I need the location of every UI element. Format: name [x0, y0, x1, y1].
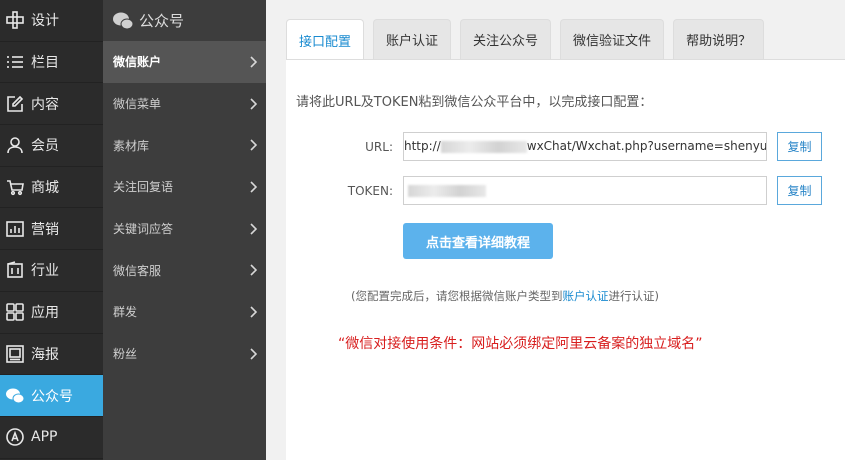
sidebar-item-label: 海报	[31, 346, 59, 363]
url-label: URL:	[365, 140, 393, 154]
token-field[interactable]	[403, 176, 767, 205]
sidebar-item-apps[interactable]: 应用	[0, 292, 103, 334]
copy-token-button[interactable]: 复制	[777, 176, 822, 205]
subnav-item-label: 微信客服	[113, 263, 162, 278]
design-icon	[5, 10, 25, 30]
secondary-sidebar-title: 公众号	[139, 12, 185, 30]
subnav-item-label: 微信账户	[113, 55, 162, 70]
sidebar-item-label: APP	[31, 429, 58, 446]
subnav-item-label: 群发	[113, 305, 138, 320]
subnav-item-label: 粉丝	[113, 347, 138, 362]
copy-url-button[interactable]: 复制	[777, 132, 822, 161]
subnav-item-label: 关注回复语	[113, 180, 174, 195]
config-panel: 请将此URL及TOKEN粘到微信公众平台中，以完成接口配置： URL: http…	[286, 59, 845, 460]
building-icon	[5, 260, 25, 280]
chevron-right-icon	[249, 223, 258, 235]
primary-sidebar: 设计 栏目 内容 会员 商城 营销 行业 应用 海报 公众号 APP	[0, 0, 103, 460]
grid-icon	[5, 302, 25, 322]
sidebar-item-poster[interactable]: 海报	[0, 334, 103, 376]
chevron-right-icon	[249, 264, 258, 276]
sidebar-item-label: 栏目	[31, 55, 59, 72]
sidebar-item-content[interactable]: 内容	[0, 83, 103, 126]
note-text-after: 进行认证)	[608, 289, 659, 303]
user-icon	[5, 135, 25, 155]
chevron-right-icon	[249, 97, 258, 110]
subnav-item-fans[interactable]: 粉丝	[103, 333, 266, 375]
chevron-right-icon	[249, 306, 258, 318]
app-root: 设计 栏目 内容 会员 商城 营销 行业 应用 海报 公众号 APP 公众号 微…	[0, 0, 845, 460]
sidebar-item-label: 商城	[31, 180, 59, 197]
token-label: TOKEN:	[347, 184, 393, 198]
sidebar-item-design[interactable]: 设计	[0, 0, 103, 42]
sidebar-item-label: 应用	[31, 305, 59, 322]
url-field[interactable]: http:// wxChat/Wxchat.php?username=shenyu	[403, 132, 767, 161]
sidebar-item-label: 会员	[31, 138, 59, 155]
sidebar-item-app[interactable]: APP	[0, 417, 103, 459]
secondary-sidebar-header: 公众号	[103, 0, 266, 41]
account-verification-link[interactable]: 账户认证	[562, 289, 608, 303]
tab-bar: 接口配置 账户认证 关注公众号 微信验证文件 帮助说明？	[286, 19, 773, 60]
wechat-icon	[112, 11, 134, 31]
chart-icon	[5, 219, 25, 239]
sidebar-item-marketing[interactable]: 营销	[0, 208, 103, 251]
sidebar-item-label: 营销	[31, 221, 59, 238]
sidebar-item-label: 设计	[31, 13, 59, 30]
view-tutorial-button[interactable]: 点击查看详细教程	[403, 223, 553, 259]
domain-requirement-warning: “微信对接使用条件：网站必须绑定阿里云备案的独立域名”	[338, 336, 703, 352]
chevron-right-icon	[249, 348, 258, 360]
subnav-item-customer-service[interactable]: 微信客服	[103, 249, 266, 291]
cart-icon	[5, 177, 25, 197]
list-icon	[5, 52, 25, 72]
subnav-item-label: 素材库	[113, 138, 150, 153]
subnav-item-media-library[interactable]: 素材库	[103, 124, 266, 166]
chevron-right-icon	[249, 181, 258, 193]
redacted-token	[408, 184, 486, 197]
app-icon	[5, 427, 25, 447]
sidebar-item-label: 行业	[31, 263, 59, 280]
sidebar-item-wechat[interactable]: 公众号	[0, 375, 103, 417]
sidebar-item-mall[interactable]: 商城	[0, 167, 103, 209]
subnav-item-broadcast[interactable]: 群发	[103, 291, 266, 333]
tab-follow-account[interactable]: 关注公众号	[460, 19, 552, 59]
url-suffix: wxChat/Wxchat.php?username=shenyu	[526, 139, 767, 153]
sidebar-item-members[interactable]: 会员	[0, 125, 103, 167]
tab-help[interactable]: 帮助说明？	[673, 19, 765, 59]
sidebar-item-industry[interactable]: 行业	[0, 250, 103, 292]
redacted-domain	[440, 140, 527, 153]
url-prefix: http://	[404, 139, 441, 153]
sidebar-item-columns[interactable]: 栏目	[0, 42, 103, 84]
sidebar-item-label: 内容	[31, 96, 59, 113]
main-content: 接口配置 账户认证 关注公众号 微信验证文件 帮助说明？ 请将此URL及TOKE…	[266, 0, 845, 460]
intro-text: 请将此URL及TOKEN粘到微信公众平台中，以完成接口配置：	[296, 95, 653, 110]
image-icon	[5, 344, 25, 364]
tab-interface-config[interactable]: 接口配置	[286, 19, 365, 60]
sidebar-item-label: 公众号	[31, 388, 73, 405]
subnav-item-wechat-account[interactable]: 微信账户	[103, 41, 266, 83]
subnav-item-label: 微信菜单	[113, 97, 162, 112]
chevron-right-icon	[249, 56, 258, 68]
subnav-item-label: 关键词应答	[113, 222, 174, 237]
tab-verification-file[interactable]: 微信验证文件	[560, 19, 665, 59]
chevron-right-icon	[249, 139, 258, 151]
tab-account-verification[interactable]: 账户认证	[373, 19, 452, 59]
subnav-item-wechat-menu[interactable]: 微信菜单	[103, 83, 266, 125]
note-text-before: (您配置完成后，请您根据微信账户类型到	[351, 289, 563, 303]
config-note: (您配置完成后，请您根据微信账户类型到账户认证进行认证)	[351, 288, 659, 304]
subnav-item-follow-reply[interactable]: 关注回复语	[103, 166, 266, 208]
edit-icon	[5, 94, 25, 114]
wechat-icon	[5, 386, 25, 406]
secondary-sidebar: 公众号 微信账户 微信菜单 素材库 关注回复语 关键词应答 微信客服 群发 粉丝	[103, 0, 266, 460]
subnav-item-keyword-reply[interactable]: 关键词应答	[103, 208, 266, 250]
